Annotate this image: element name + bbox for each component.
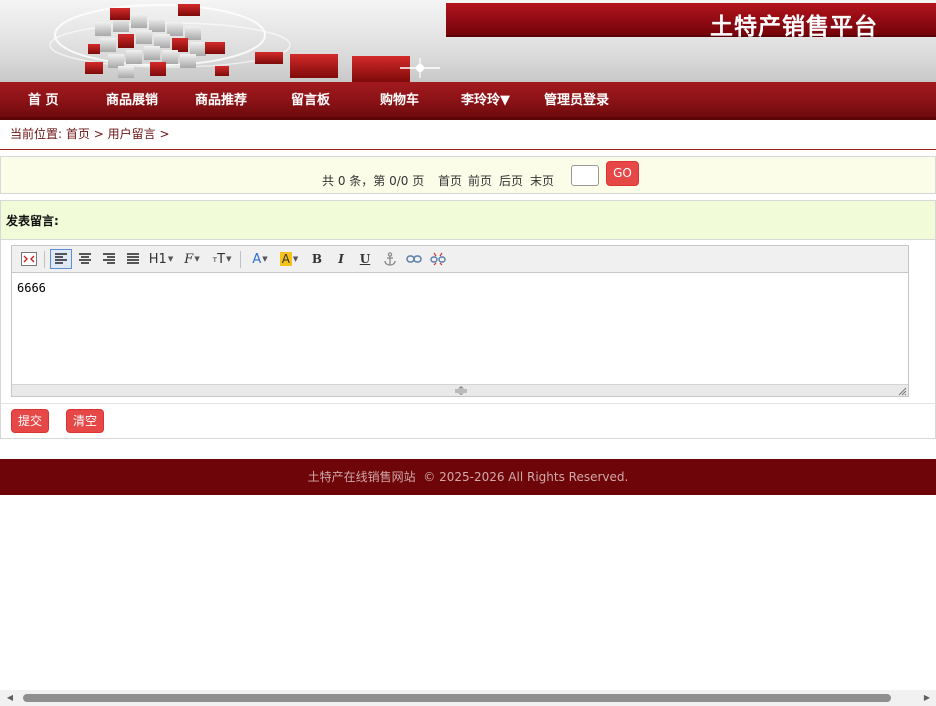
breadcrumb-trail: > [159, 127, 170, 141]
font-color-dropdown[interactable]: A ▼ [248, 249, 272, 269]
main-nav: 首 页 商品展销 商品推荐 留言板 购物车 李玲玲▼ 管理员登录 [0, 82, 936, 120]
editor-toolbar: H1 ▼ F ▼ т T ▼ A ▼ A ▼ B I U [12, 246, 908, 273]
breadcrumb: 当前位置: 首页 > 用户留言 > [0, 120, 936, 150]
page-number-input[interactable] [571, 165, 599, 186]
chevron-down-icon: ▼ [226, 255, 232, 263]
scrollbar-thumb[interactable] [23, 694, 891, 702]
breadcrumb-home-link[interactable]: 首页 [66, 127, 90, 141]
site-title: 土特产销售平台 [710, 14, 878, 40]
footer: 土特产在线销售网站 © 2025-2026 All Rights Reserve… [0, 459, 936, 495]
horizontal-scrollbar[interactable]: ◀ ▶ [0, 690, 936, 706]
anchor-icon[interactable] [380, 249, 400, 269]
align-right-icon[interactable] [99, 249, 119, 269]
font-size-dropdown[interactable]: т T ▼ [210, 249, 234, 269]
nav-item-products-showcase[interactable]: 商品展销 [106, 82, 158, 119]
bold-button[interactable]: B [308, 249, 326, 269]
rich-text-editor: H1 ▼ F ▼ т T ▼ A ▼ A ▼ B I U 6666 [11, 245, 909, 397]
clear-button[interactable]: 清空 [66, 409, 104, 433]
footer-copyright: 土特产在线销售网站 © 2025-2026 All Rights Reserve… [307, 470, 629, 484]
title-bar: 土特产销售平台 [446, 3, 936, 40]
resize-grip-icon[interactable] [454, 386, 468, 395]
unlink-icon[interactable] [428, 249, 448, 269]
pager-info: 共 0 条，第 0/0 页 [322, 174, 425, 188]
font-color-label: A [252, 251, 262, 267]
font-family-dropdown[interactable]: F ▼ [180, 249, 204, 269]
banner-cubes-graphic [49, 4, 440, 82]
nav-item-admin-login[interactable]: 管理员登录 [544, 82, 609, 119]
header-banner: 土特产销售平台 [0, 0, 936, 82]
bg-color-label: A [279, 252, 292, 266]
align-justify-icon[interactable] [123, 249, 143, 269]
nav-item-user-menu[interactable]: 李玲玲▼ [461, 82, 510, 119]
submit-button[interactable]: 提交 [11, 409, 49, 433]
chevron-down-icon: ▼ [167, 255, 174, 263]
scroll-right-icon[interactable]: ▶ [922, 693, 932, 703]
pager-first-link[interactable]: 首页 [438, 172, 462, 189]
chevron-down-icon: ▼ [292, 255, 299, 263]
italic-button[interactable]: I [332, 249, 350, 269]
breadcrumb-separator: > [93, 127, 104, 141]
editor-resize-bar[interactable] [12, 384, 908, 396]
nav-item-cart[interactable]: 购物车 [380, 82, 419, 119]
pager-next-link[interactable]: 后页 [499, 172, 523, 189]
breadcrumb-current[interactable]: 用户留言 [108, 127, 156, 141]
underline-button[interactable]: U [356, 249, 374, 269]
align-center-icon[interactable] [75, 249, 95, 269]
heading-dropdown[interactable]: H1 ▼ [148, 249, 174, 269]
corner-resize-icon[interactable] [898, 387, 907, 396]
font-size-label: T [217, 251, 226, 267]
pager-prev-link[interactable]: 前页 [468, 172, 492, 189]
form-actions [0, 403, 936, 439]
nav-item-recommended[interactable]: 商品推荐 [195, 82, 247, 119]
scroll-left-icon[interactable]: ◀ [5, 693, 15, 703]
chevron-down-icon: ▼ [194, 255, 200, 263]
breadcrumb-prefix: 当前位置: [10, 127, 63, 141]
fullscreen-icon[interactable] [20, 249, 38, 269]
heading-label: H1 [148, 251, 167, 267]
pager-last-link[interactable]: 末页 [530, 172, 554, 189]
link-icon[interactable] [404, 249, 424, 269]
align-left-icon[interactable] [50, 249, 72, 269]
message-content-area[interactable]: 6666 [12, 273, 908, 384]
chevron-down-icon: ▼ [262, 255, 268, 263]
go-button[interactable]: GO [606, 161, 639, 186]
nav-item-message-board[interactable]: 留言板 [291, 82, 330, 119]
nav-item-home[interactable]: 首 页 [28, 82, 59, 119]
pager-bar: 共 0 条，第 0/0 页 首页 前页 后页 末页 [0, 156, 936, 194]
background-color-dropdown[interactable]: A ▼ [276, 249, 302, 269]
post-message-heading: 发表留言: [0, 200, 936, 240]
font-family-label: F [184, 251, 194, 267]
